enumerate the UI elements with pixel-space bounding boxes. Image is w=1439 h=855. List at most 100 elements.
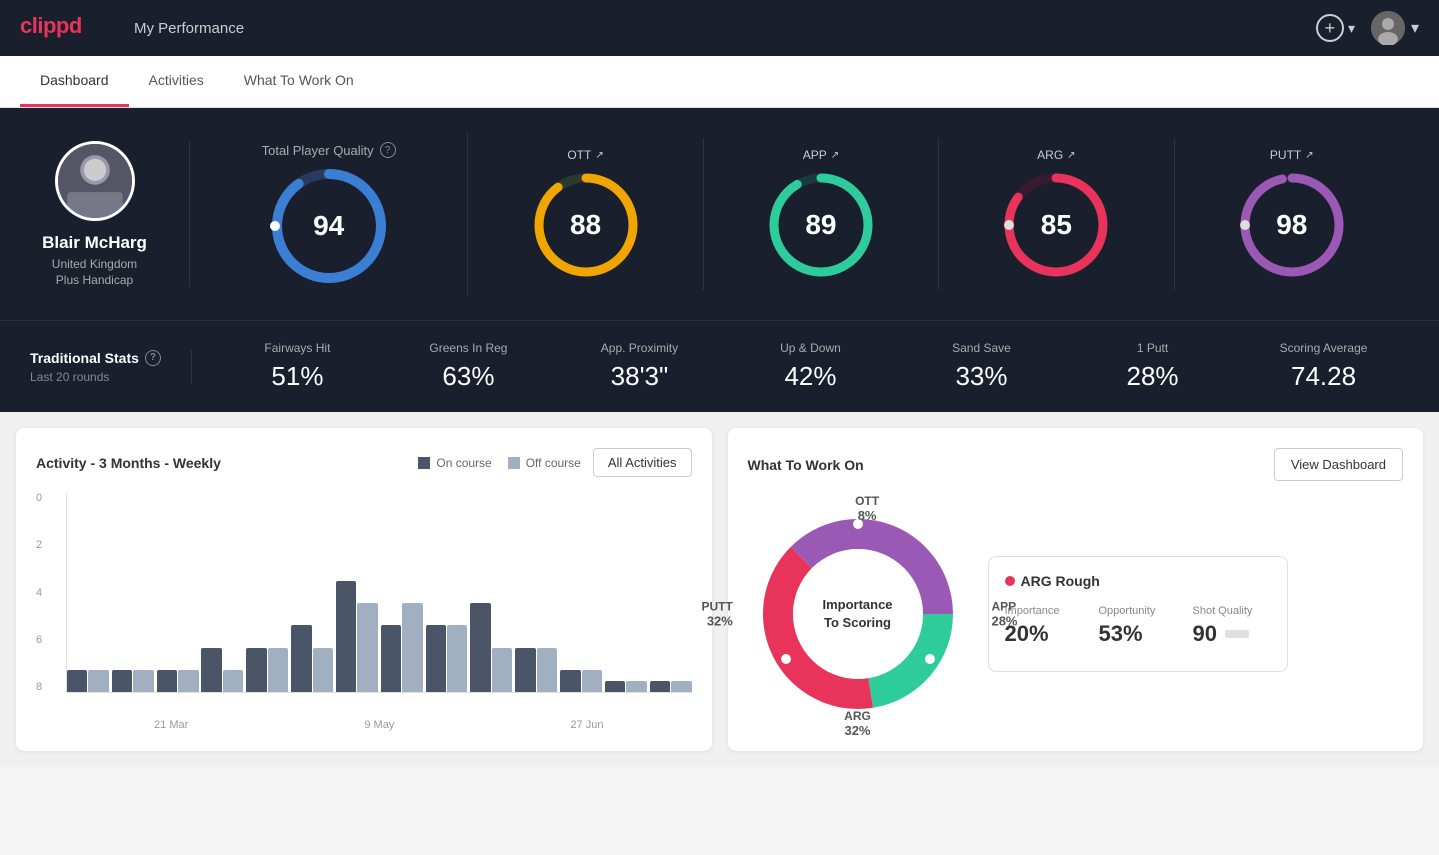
metric-shotquality-label: Shot Quality (1193, 605, 1271, 617)
stat-sandsave-label: Sand Save (896, 341, 1067, 355)
bar-group-2 (157, 670, 199, 692)
app-label: APP ↗ (803, 148, 839, 162)
app-value: 89 (805, 209, 836, 241)
tpq-help-icon[interactable]: ? (380, 142, 396, 158)
y-label-4: 4 (36, 588, 42, 599)
stat-updown: Up & Down 42% (725, 341, 896, 392)
bar-oncourse-12 (605, 681, 625, 692)
bar-offcourse-10 (537, 648, 557, 692)
bar-group-12 (605, 681, 647, 692)
bar-group-0 (67, 670, 109, 692)
bar-offcourse-5 (313, 648, 333, 692)
nav-tabs: Dashboard Activities What To Work On (0, 56, 1439, 108)
ott-label: OTT ↗ (567, 148, 603, 162)
info-card-title: ARG Rough (1005, 573, 1271, 589)
player-name: Blair McHarg (42, 233, 147, 253)
stat-scoring-label: Scoring Average (1238, 341, 1409, 355)
trad-help-icon[interactable]: ? (145, 350, 161, 366)
stat-fairways: Fairways Hit 51% (212, 341, 383, 392)
logo-area: clippd My Performance (20, 11, 244, 45)
metric-shotquality-value: 90 (1193, 621, 1217, 647)
bar-group-13 (650, 681, 692, 692)
legend-oncourse: On course (418, 456, 491, 470)
trad-label-area: Traditional Stats ? Last 20 rounds (30, 350, 192, 384)
hero-section: Blair McHarg United Kingdom Plus Handica… (0, 108, 1439, 320)
tab-what-to-work-on[interactable]: What To Work On (224, 56, 374, 107)
putt-circle: 98 (1237, 170, 1347, 280)
add-circle-icon: + (1316, 14, 1344, 42)
legend-offcourse-label: Off course (526, 456, 581, 470)
wtwo-card-header: What To Work On View Dashboard (748, 448, 1404, 481)
y-label-0: 0 (36, 493, 42, 504)
info-card-dot-icon (1005, 576, 1015, 586)
info-card: ARG Rough Importance 20% Opportunity 53%… (988, 556, 1288, 672)
x-label-jun: 27 Jun (570, 719, 603, 731)
x-labels: 21 Mar 9 May 27 Jun (36, 719, 692, 731)
tab-activities[interactable]: Activities (129, 56, 224, 107)
tab-dashboard[interactable]: Dashboard (20, 56, 129, 107)
header: clippd My Performance + ▾ ▾ (0, 0, 1439, 56)
bar-offcourse-8 (447, 625, 467, 692)
user-menu[interactable]: ▾ (1371, 11, 1419, 45)
bar-oncourse-2 (157, 670, 177, 692)
bar-group-9 (470, 603, 512, 692)
legend-offcourse-color (508, 457, 520, 469)
wtwo-card: What To Work On View Dashboard (728, 428, 1424, 751)
bar-group-11 (560, 670, 602, 692)
chart-area: 8 6 4 2 0 (36, 493, 692, 713)
user-chevron: ▾ (1411, 18, 1419, 38)
bar-offcourse-13 (671, 681, 691, 692)
bar-group-7 (381, 603, 423, 692)
donut-label-ott: OTT 8% (855, 494, 879, 523)
logo: clippd (20, 11, 110, 45)
legend-oncourse-color (418, 457, 430, 469)
wtwo-body: Importance To Scoring OTT 8% APP 28% ARG… (748, 497, 1404, 731)
stat-scoring-value: 74.28 (1238, 361, 1409, 392)
hero-scores: Total Player Quality ? 94 OTT ↗ (190, 132, 1409, 296)
stat-proximity: App. Proximity 38'3" (554, 341, 725, 392)
wtwo-title: What To Work On (748, 457, 864, 473)
tpq-value: 94 (313, 210, 344, 242)
add-button[interactable]: + ▾ (1316, 14, 1355, 42)
bar-oncourse-9 (470, 603, 490, 692)
activity-legend: On course Off course (418, 456, 581, 470)
y-axis: 8 6 4 2 0 (36, 493, 42, 693)
x-label-may: 9 May (364, 719, 394, 731)
stat-updown-value: 42% (725, 361, 896, 392)
putt-block: PUTT ↗ 98 (1175, 138, 1409, 290)
bar-group-10 (515, 648, 557, 692)
tpq-circle: 94 (269, 166, 389, 286)
all-activities-button[interactable]: All Activities (593, 448, 692, 477)
bar-oncourse-3 (201, 648, 221, 692)
app-circle: 89 (766, 170, 876, 280)
stat-sandsave-value: 33% (896, 361, 1067, 392)
bar-oncourse-7 (381, 625, 401, 692)
y-label-8: 8 (36, 682, 42, 693)
player-country: United Kingdom (52, 257, 137, 271)
arg-circle: 85 (1001, 170, 1111, 280)
player-handicap: Plus Handicap (56, 273, 133, 287)
header-right: + ▾ ▾ (1316, 11, 1419, 45)
arg-label: ARG ↗ (1037, 148, 1075, 162)
stat-sandsave: Sand Save 33% (896, 341, 1067, 392)
mini-bar-icon (1225, 630, 1249, 638)
bar-oncourse-13 (650, 681, 670, 692)
activity-title: Activity - 3 Months - Weekly (36, 455, 221, 471)
bar-oncourse-8 (426, 625, 446, 692)
app-arrow-icon: ↗ (831, 150, 839, 161)
bar-offcourse-9 (492, 648, 512, 692)
view-dashboard-button[interactable]: View Dashboard (1274, 448, 1403, 481)
donut-label-arg: ARG 32% (844, 709, 871, 738)
arg-arrow-icon: ↗ (1067, 150, 1075, 161)
stat-updown-label: Up & Down (725, 341, 896, 355)
bar-offcourse-0 (88, 670, 108, 692)
hero-inner: Blair McHarg United Kingdom Plus Handica… (30, 132, 1409, 296)
stat-proximity-value: 38'3" (554, 361, 725, 392)
metric-shotquality: Shot Quality 90 (1193, 605, 1271, 647)
bar-offcourse-3 (223, 670, 243, 692)
bar-group-1 (112, 670, 154, 692)
traditional-stats-section: Traditional Stats ? Last 20 rounds Fairw… (0, 320, 1439, 412)
metric-shotquality-bar: 90 (1193, 621, 1271, 647)
add-chevron: ▾ (1348, 20, 1355, 37)
activity-card: Activity - 3 Months - Weekly On course O… (16, 428, 712, 751)
